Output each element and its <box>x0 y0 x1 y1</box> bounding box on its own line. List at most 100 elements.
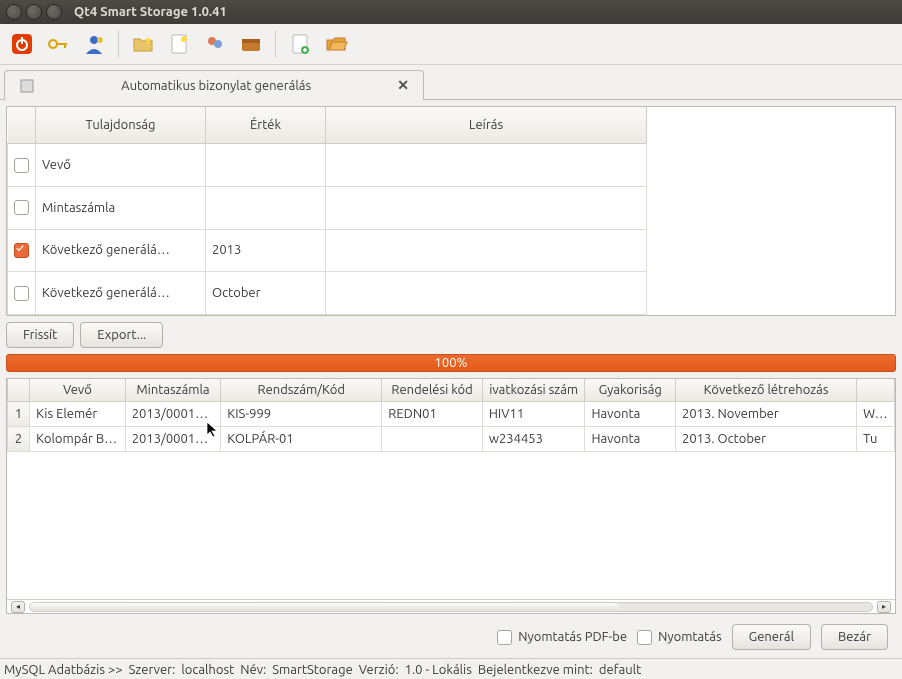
checkbox[interactable] <box>14 286 29 301</box>
document-icon[interactable] <box>165 30 193 58</box>
cell[interactable]: REDN01 <box>382 402 483 427</box>
cell[interactable]: 2013/0001… <box>125 427 221 452</box>
cell[interactable]: KIS-999 <box>221 402 382 427</box>
window-maximize-button[interactable]: ▢ <box>46 4 62 20</box>
print-option[interactable]: Nyomtatás <box>637 630 722 645</box>
wallet-icon[interactable] <box>237 30 265 58</box>
status-login-value: default <box>599 663 641 677</box>
prop-header-value[interactable]: Érték <box>206 107 326 144</box>
tab-label: Automatikus bizonylat generálás <box>45 79 387 93</box>
add-document-icon[interactable] <box>286 30 314 58</box>
user-icon[interactable] <box>80 30 108 58</box>
prop-label: Következő generálá… <box>36 229 206 272</box>
prop-value[interactable] <box>206 144 326 187</box>
checkbox[interactable] <box>14 243 29 258</box>
receipt-icon <box>19 78 35 94</box>
prop-value[interactable]: 2013 <box>206 229 326 272</box>
progress-bar: 100% <box>6 354 896 372</box>
action-button-row: Frissít Export... <box>6 322 896 348</box>
row-number[interactable]: 1 <box>8 402 30 427</box>
prop-header-property[interactable]: Tulajdonság <box>36 107 206 144</box>
checkbox[interactable] <box>14 158 29 173</box>
table-row[interactable]: 1 Kis Elemér 2013/0001… KIS-999 REDN01 H… <box>8 402 895 427</box>
window-title: Qt4 Smart Storage 1.0.41 <box>74 5 227 19</box>
close-button[interactable]: Bezár <box>821 624 888 650</box>
cell[interactable]: HIV11 <box>482 402 585 427</box>
window-close-button[interactable]: ✕ <box>6 4 22 20</box>
status-db: MySQL Adatbázis >> <box>4 663 123 677</box>
key-icon[interactable] <box>44 30 72 58</box>
status-server-label: Szerver: <box>129 663 176 677</box>
cell[interactable]: Tu <box>857 427 895 452</box>
horizontal-scrollbar[interactable]: ◂ ▸ <box>7 599 895 613</box>
prop-desc <box>326 144 647 187</box>
properties-table: Tulajdonság Érték Leírás Vevő Mintaszáml… <box>6 106 896 316</box>
cell[interactable]: 2013/0001… <box>125 402 221 427</box>
open-folder-icon[interactable] <box>322 30 350 58</box>
cell[interactable]: w234453 <box>482 427 585 452</box>
prop-value[interactable]: October <box>206 272 326 315</box>
tabbar: Automatikus bizonylat generálás ✕ <box>0 65 902 100</box>
col-header[interactable]: Gyakoriság <box>585 379 676 402</box>
prop-row[interactable]: Mintaszámla <box>8 186 647 229</box>
cell[interactable]: Kis Elemér <box>30 402 126 427</box>
prop-row[interactable]: Következő generálá… October <box>8 272 647 315</box>
scroll-track[interactable] <box>29 602 873 612</box>
cell[interactable]: KOLPÁR-01 <box>221 427 382 452</box>
checkbox[interactable] <box>497 630 512 645</box>
checkbox[interactable] <box>637 630 652 645</box>
print-pdf-label: Nyomtatás PDF-be <box>518 630 627 644</box>
scroll-thumb[interactable] <box>30 603 619 611</box>
table-row[interactable]: 2 Kolompár B… 2013/0001… KOLPÁR-01 w2344… <box>8 427 895 452</box>
prop-header-desc[interactable]: Leírás <box>326 107 647 144</box>
content-area: Tulajdonság Érték Leírás Vevő Mintaszáml… <box>0 100 902 658</box>
cell[interactable]: 2013. November <box>676 402 857 427</box>
refresh-button[interactable]: Frissít <box>6 322 74 348</box>
prop-desc <box>326 229 647 272</box>
cell[interactable]: Kolompár B… <box>30 427 126 452</box>
prop-header-check[interactable] <box>8 107 36 144</box>
scroll-right-icon[interactable]: ▸ <box>877 601 891 613</box>
prop-row[interactable]: Vevő <box>8 144 647 187</box>
users-icon[interactable] <box>201 30 229 58</box>
prop-label: Vevő <box>36 144 206 187</box>
bottom-bar: Nyomtatás PDF-be Nyomtatás Generál Bezár <box>6 620 896 652</box>
close-icon[interactable]: ✕ <box>397 77 409 94</box>
status-server-value: localhost <box>181 663 234 677</box>
tab-auto-voucher[interactable]: Automatikus bizonylat generálás ✕ <box>4 70 424 100</box>
col-header[interactable]: Mintaszámla <box>125 379 221 402</box>
new-folder-icon[interactable] <box>129 30 157 58</box>
prop-value[interactable] <box>206 186 326 229</box>
cell[interactable] <box>382 427 483 452</box>
print-pdf-option[interactable]: Nyomtatás PDF-be <box>497 630 627 645</box>
toolbar-separator <box>118 30 119 58</box>
prop-label: Következő generálá… <box>36 272 206 315</box>
cell[interactable]: W… <box>857 402 895 427</box>
cell[interactable]: Havonta <box>585 402 676 427</box>
checkbox[interactable] <box>14 200 29 215</box>
results-table: Vevő Mintaszámla Rendszám/Kód Rendelési … <box>6 378 896 614</box>
toolbar <box>0 24 902 65</box>
power-icon[interactable] <box>8 30 36 58</box>
print-label: Nyomtatás <box>658 630 722 644</box>
row-header-corner[interactable] <box>8 379 30 402</box>
prop-row[interactable]: Következő generálá… 2013 <box>8 229 647 272</box>
prop-desc <box>326 272 647 315</box>
export-button[interactable]: Export... <box>80 322 163 348</box>
col-header[interactable]: ivatkozási szám <box>482 379 585 402</box>
progress-label: 100% <box>435 356 468 370</box>
row-number[interactable]: 2 <box>8 427 30 452</box>
window-minimize-button[interactable]: ─ <box>26 4 42 20</box>
status-name-label: Név: <box>240 663 266 677</box>
col-header[interactable]: Következő létrehozás <box>676 379 857 402</box>
status-version-value: 1.0 - Lokális <box>405 663 472 677</box>
cell[interactable]: Havonta <box>585 427 676 452</box>
cell[interactable]: 2013. October <box>676 427 857 452</box>
col-header[interactable]: Rendszám/Kód <box>221 379 382 402</box>
scroll-left-icon[interactable]: ◂ <box>11 601 25 613</box>
col-header[interactable]: Rendelési kód <box>382 379 483 402</box>
col-header[interactable] <box>857 379 895 402</box>
generate-button[interactable]: Generál <box>732 624 811 650</box>
col-header[interactable]: Vevő <box>30 379 126 402</box>
toolbar-separator <box>275 30 276 58</box>
